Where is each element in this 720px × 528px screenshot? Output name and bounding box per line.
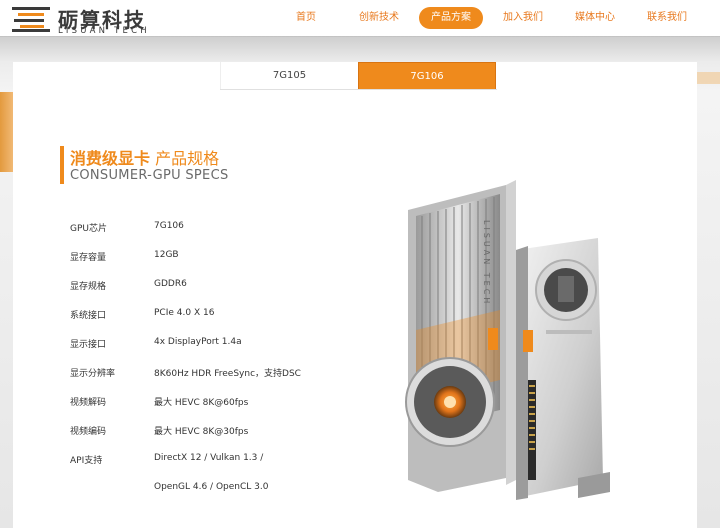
spec-label: 视频解码 [70,398,107,408]
nav-item-contact[interactable]: 联系我们 [640,7,694,29]
site-header: 砺算科技 LISUAN TECH 首页 创新技术 产品方案 加入我们 媒体中心 … [0,0,720,36]
spec-label: 显存容量 [70,253,107,263]
spec-value-continued: OpenGL 4.6 / OpenCL 3.0 [154,482,269,492]
spec-value: 12GB [154,250,179,260]
main-nav: 首页 创新技术 产品方案 加入我们 媒体中心 联系我们 [0,7,720,29]
spec-value: PCIe 4.0 X 16 [154,308,215,318]
spec-label: 显示接口 [70,340,107,350]
tab-7g106[interactable]: 7G106 [358,62,496,90]
spec-label: GPU芯片 [70,224,107,234]
nav-item-innovation[interactable]: 创新技术 [352,7,406,29]
spec-value: GDDR6 [154,279,187,289]
section-title-cn-bold: 消费级显卡 [70,149,151,168]
spec-value: 最大 HEVC 8K@30fps [154,427,249,437]
section-title-cn: 消费级显卡 产品规格 [70,145,219,169]
spec-label: 系统接口 [70,311,107,321]
spec-label: 显示分辨率 [70,369,116,379]
nav-item-products[interactable]: 产品方案 [419,7,483,29]
backdrop-accent [0,92,14,172]
spec-value: 7G106 [154,221,184,231]
heading-accent-bar [60,146,64,184]
product-brand-text: LISUAN TECH [482,220,491,306]
spec-label: 视频编码 [70,427,107,437]
gpu-product-image: LISUAN TECH [405,180,610,500]
spec-value: DirectX 12 / Vulkan 1.3 / [154,453,264,463]
nav-item-media[interactable]: 媒体中心 [568,7,622,29]
spec-value: 最大 HEVC 8K@60fps [154,398,249,408]
spec-label: 显存规格 [70,282,107,292]
tab-divider [220,89,497,90]
section-title-en: CONSUMER-GPU SPECS [70,168,229,183]
spec-value: 4x DisplayPort 1.4a [154,337,242,347]
spec-label: API支持 [70,456,103,466]
spec-value: 8K60Hz HDR FreeSync，支持DSC [154,369,301,379]
nav-item-careers[interactable]: 加入我们 [496,7,550,29]
tab-7g105[interactable]: 7G105 [220,62,358,90]
section-title-cn-rest: 产品规格 [150,149,220,168]
nav-item-home[interactable]: 首页 [284,7,328,29]
